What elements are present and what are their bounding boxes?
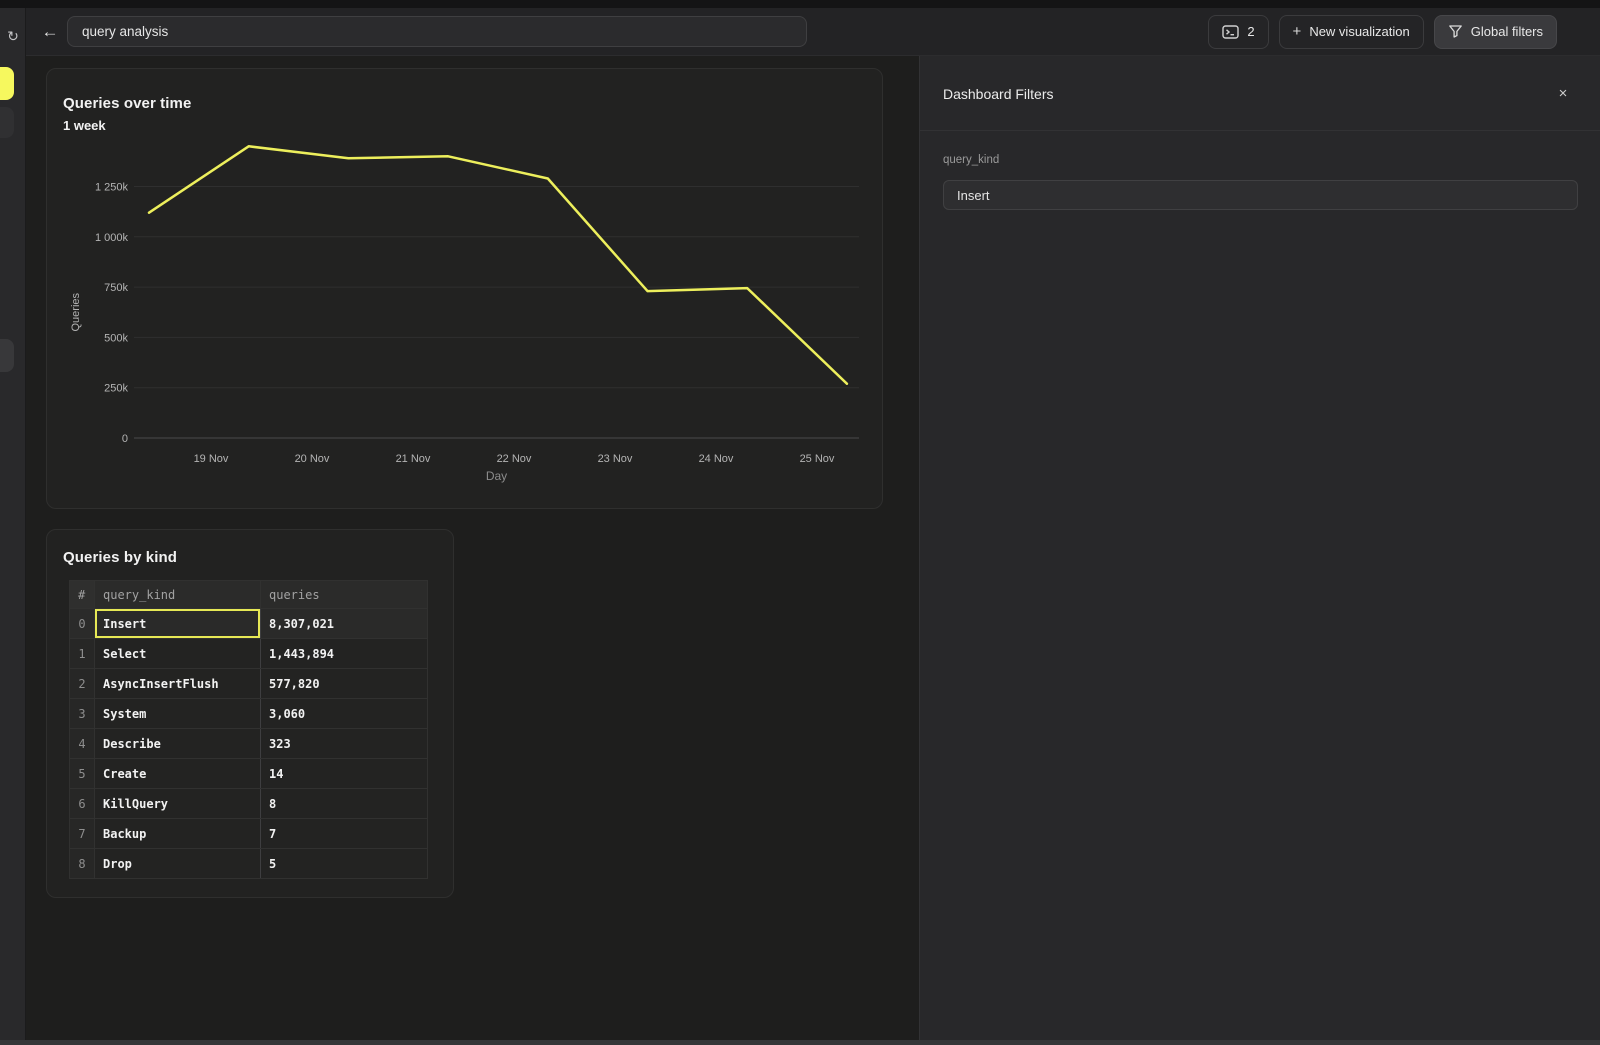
panel-title: Dashboard Filters (943, 86, 1054, 102)
queries-by-kind-table: #query_kindqueries 0Insert8,307,0211Sele… (69, 580, 428, 879)
plus-icon: + (1293, 24, 1302, 39)
table-row: 6KillQuery8 (70, 789, 428, 819)
table-row: 2AsyncInsertFlush577,820 (70, 669, 428, 699)
y-axis-title: Queries (70, 292, 82, 331)
row-index: 0 (70, 609, 95, 639)
table-row: 0Insert8,307,021 (70, 609, 428, 639)
queries-count-cell[interactable]: 1,443,894 (261, 639, 428, 669)
x-tick-label: 21 Nov (396, 453, 431, 465)
query-kind-cell[interactable]: Drop (95, 849, 261, 879)
query-kind-cell[interactable]: Create (95, 759, 261, 789)
x-tick-label: 23 Nov (598, 453, 633, 465)
query-kind-cell[interactable]: Describe (95, 729, 261, 759)
global-filters-button[interactable]: Global filters (1434, 15, 1557, 49)
funnel-icon (1448, 24, 1463, 39)
x-tick-label: 19 Nov (194, 453, 229, 465)
dashboard-filters-panel: Dashboard Filters × query_kind (919, 56, 1600, 1040)
row-index: 5 (70, 759, 95, 789)
y-tick-label: 1 000k (95, 232, 129, 244)
sidebar-item[interactable] (0, 107, 14, 138)
query-kind-cell[interactable]: KillQuery (95, 789, 261, 819)
dashboard-app: ↻ ← 2 + New visualization (0, 0, 1600, 1045)
row-index: 6 (70, 789, 95, 819)
chart-card-queries-over-time: Queries over time 1 week 0250k500k750k1 … (46, 68, 883, 509)
y-tick-label: 750k (104, 282, 128, 294)
history-icon[interactable]: ↻ (1, 24, 25, 48)
console-count-button[interactable]: 2 (1208, 15, 1268, 49)
y-tick-label: 0 (122, 433, 128, 445)
console-count: 2 (1247, 24, 1254, 39)
table-row: 1Select1,443,894 (70, 639, 428, 669)
query-kind-cell[interactable]: Backup (95, 819, 261, 849)
table-column-header: # (70, 581, 95, 609)
row-index: 1 (70, 639, 95, 669)
queries-count-cell[interactable]: 8 (261, 789, 428, 819)
close-icon[interactable]: × (1551, 82, 1575, 106)
back-button[interactable]: ← (39, 19, 61, 45)
sidebar-item-active[interactable] (0, 67, 14, 100)
topbar: ← 2 + New visualization Global (26, 8, 1600, 56)
query-kind-cell[interactable]: Select (95, 639, 261, 669)
table-row: 8Drop5 (70, 849, 428, 879)
queries-count-cell[interactable]: 8,307,021 (261, 609, 428, 639)
row-index: 7 (70, 819, 95, 849)
row-index: 8 (70, 849, 95, 879)
table-card-queries-by-kind: Queries by kind #query_kindqueries 0Inse… (46, 529, 454, 898)
x-tick-label: 24 Nov (699, 453, 734, 465)
queries-series-line (149, 146, 847, 383)
table-header-row: #query_kindqueries (70, 581, 428, 609)
queries-count-cell[interactable]: 14 (261, 759, 428, 789)
table-title: Queries by kind (63, 549, 177, 566)
x-tick-label: 25 Nov (800, 453, 835, 465)
dashboard-title-input[interactable] (67, 16, 807, 47)
row-index: 3 (70, 699, 95, 729)
window-bottom-strip (0, 1040, 1600, 1045)
x-axis-title: Day (486, 469, 507, 483)
x-tick-label: 20 Nov (295, 453, 330, 465)
row-index: 4 (70, 729, 95, 759)
table-row: 5Create14 (70, 759, 428, 789)
table-row: 7Backup7 (70, 819, 428, 849)
y-tick-label: 500k (104, 332, 128, 344)
queries-count-cell[interactable]: 5 (261, 849, 428, 879)
table-column-header: query_kind (95, 581, 261, 609)
table-row: 4Describe323 (70, 729, 428, 759)
new-visualization-button[interactable]: + New visualization (1279, 15, 1424, 49)
window-top-strip (0, 0, 1600, 8)
sidebar-item[interactable] (0, 339, 14, 372)
table-column-header: queries (261, 581, 428, 609)
terminal-icon (1222, 25, 1239, 39)
table-row: 3System3,060 (70, 699, 428, 729)
panel-divider (920, 130, 1600, 131)
query-kind-cell[interactable]: AsyncInsertFlush (95, 669, 261, 699)
queries-count-cell[interactable]: 3,060 (261, 699, 428, 729)
row-index: 2 (70, 669, 95, 699)
main-content: Queries over time 1 week 0250k500k750k1 … (26, 56, 919, 1040)
query-kind-filter-input[interactable] (943, 180, 1578, 210)
queries-count-cell[interactable]: 7 (261, 819, 428, 849)
query-kind-cell[interactable]: System (95, 699, 261, 729)
sidebar: ↻ (0, 8, 26, 1045)
x-tick-label: 22 Nov (497, 453, 532, 465)
y-tick-label: 1 250k (95, 182, 129, 194)
filter-field-label: query_kind (943, 154, 999, 166)
queries-count-cell[interactable]: 577,820 (261, 669, 428, 699)
queries-count-cell[interactable]: 323 (261, 729, 428, 759)
queries-over-time-chart[interactable]: 0 250k 500k 750k 1 000k 1 250k 19 Nov 20 Nov 21 … (47, 69, 884, 510)
y-tick-label: 250k (104, 383, 128, 395)
query-kind-cell[interactable]: Insert (95, 609, 261, 639)
